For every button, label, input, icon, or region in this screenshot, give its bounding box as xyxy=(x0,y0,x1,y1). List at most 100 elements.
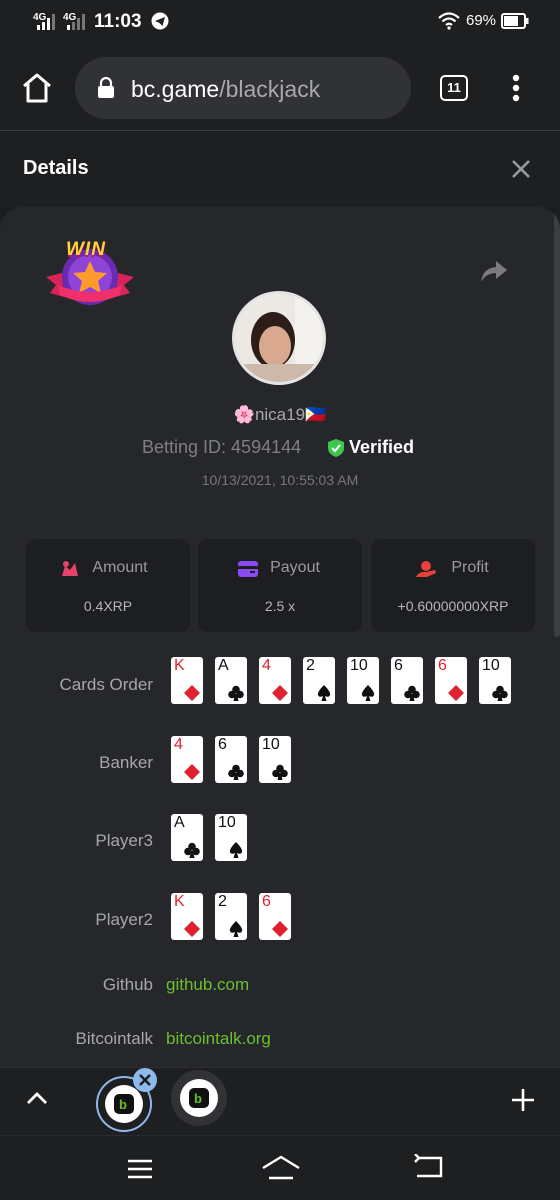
betting-id: Betting ID: 4594144 xyxy=(142,437,302,457)
playing-card: 10 xyxy=(479,657,511,704)
card-rank: 6 xyxy=(394,657,403,674)
playing-card: 6 xyxy=(259,893,291,940)
card-rank: 10 xyxy=(262,736,280,753)
stat-amount-value: 0.4XRP xyxy=(83,598,133,614)
player2-label: Player2 xyxy=(95,910,153,929)
address-bar[interactable]: bc.game/blackjack xyxy=(75,57,411,119)
spade-suit-icon xyxy=(317,685,331,701)
home-nav-icon[interactable] xyxy=(261,1154,301,1180)
stat-profit-label: Profit xyxy=(451,559,489,576)
new-tab-plus-icon[interactable] xyxy=(511,1088,535,1112)
diamond-suit-icon xyxy=(184,764,200,780)
tab-bcgame-2[interactable]: b xyxy=(171,1070,227,1126)
card-rank: 10 xyxy=(350,657,368,674)
banker-cards: 4 6 10 xyxy=(171,736,531,784)
club-suit-icon xyxy=(272,764,288,780)
browser-toolbar: bc.game/blackjack 11 xyxy=(0,44,560,131)
bcgame-logo-icon: b xyxy=(114,1094,134,1114)
recent-apps-icon[interactable] xyxy=(126,1158,154,1180)
stat-payout-value: 2.5 x xyxy=(264,598,296,614)
card-rank: 4 xyxy=(262,657,271,674)
playing-card: 6 xyxy=(435,657,467,704)
playing-card: 10 xyxy=(215,814,247,861)
cards-order-label: Cards Order xyxy=(59,675,153,694)
clock: 11:03 xyxy=(94,11,142,32)
stat-amount: Amount 0.4XRP xyxy=(26,539,190,632)
username: 🌸nica19🇵🇭 xyxy=(233,405,327,424)
diamond-suit-icon xyxy=(184,685,200,701)
card-rank: 10 xyxy=(218,814,236,831)
more-menu-icon[interactable] xyxy=(509,74,523,104)
club-suit-icon xyxy=(228,685,244,701)
bitcointalk-label: Bitcointalk xyxy=(75,1029,153,1048)
spade-suit-icon xyxy=(229,921,243,937)
club-suit-icon xyxy=(404,685,420,701)
wifi-icon xyxy=(438,12,460,30)
lock-icon xyxy=(98,77,114,98)
club-suit-icon xyxy=(228,764,244,780)
bet-details-panel: WIN 🌸nica19🇵🇭 Betting ID: 4594144 Verifi… xyxy=(0,207,560,1067)
verified-label: Verified xyxy=(349,437,415,457)
card-rank: K xyxy=(174,657,185,674)
betting-id-row: Betting ID: 4594144 Verified xyxy=(140,437,430,461)
win-badge: WIN xyxy=(44,235,136,315)
diamond-suit-icon xyxy=(272,921,288,937)
github-label: Github xyxy=(102,975,153,994)
cards-order-cards: K A 4 2 10 6 6 10 xyxy=(171,657,531,705)
back-nav-icon[interactable] xyxy=(413,1154,443,1180)
bottom-tab-strip: b b xyxy=(0,1067,560,1135)
verified-shield-icon xyxy=(328,439,344,457)
spade-suit-icon xyxy=(229,842,243,858)
home-icon[interactable] xyxy=(21,72,53,104)
stat-payout: Payout 2.5 x xyxy=(198,539,362,632)
stat-profit-value: +0.60000000XRP xyxy=(397,598,509,614)
bitcointalk-link[interactable]: bitcointalk.org xyxy=(166,1029,271,1049)
signal-icon-2 xyxy=(67,14,85,30)
svg-text:b: b xyxy=(194,1091,202,1106)
share-icon[interactable] xyxy=(480,259,508,283)
tab-switcher-button[interactable]: 11 xyxy=(440,75,468,101)
playing-card: 4 xyxy=(259,657,291,704)
stat-amount-label: Amount xyxy=(92,559,148,576)
playing-card: 4 xyxy=(171,736,203,783)
spade-suit-icon xyxy=(361,685,375,701)
telegram-icon xyxy=(151,12,169,30)
avatar xyxy=(232,291,326,385)
avatar-image xyxy=(235,294,323,382)
player3-label: Player3 xyxy=(95,831,153,850)
card-rank: 6 xyxy=(218,736,227,753)
playing-card: 10 xyxy=(259,736,291,783)
github-link[interactable]: github.com xyxy=(166,975,249,995)
battery-percent: 69% xyxy=(466,12,497,29)
card-rank: A xyxy=(174,814,185,831)
club-suit-icon xyxy=(492,685,508,701)
playing-card: 6 xyxy=(215,736,247,783)
system-nav-bar xyxy=(0,1135,560,1200)
stat-payout-label: Payout xyxy=(270,559,320,576)
playing-card: 2 xyxy=(303,657,335,704)
playing-card: 6 xyxy=(391,657,423,704)
player3-cards: A 10 xyxy=(171,814,531,862)
playing-card: 2 xyxy=(215,893,247,940)
close-tab-button[interactable] xyxy=(133,1068,157,1092)
battery-icon xyxy=(501,13,529,29)
card-rank: A xyxy=(218,657,229,674)
card-rank: 2 xyxy=(306,657,315,674)
chevron-up-icon[interactable] xyxy=(26,1090,48,1106)
playing-card: K xyxy=(171,657,203,704)
club-suit-icon xyxy=(184,842,200,858)
card-rank: K xyxy=(174,893,185,910)
page-title: Details xyxy=(23,157,89,179)
url-path: /blackjack xyxy=(219,76,321,102)
banker-label: Banker xyxy=(99,753,153,772)
close-tab-icon xyxy=(139,1074,151,1086)
win-badge-text: WIN xyxy=(66,239,106,260)
tab-favicon-2: b xyxy=(180,1079,218,1117)
card-rank: 4 xyxy=(174,736,183,753)
tab-favicon-active: b xyxy=(105,1085,143,1123)
svg-text:b: b xyxy=(119,1097,127,1112)
playing-card: 10 xyxy=(347,657,379,704)
scrollbar[interactable] xyxy=(554,207,560,637)
close-icon[interactable] xyxy=(511,159,531,179)
card-rank: 10 xyxy=(482,657,500,674)
